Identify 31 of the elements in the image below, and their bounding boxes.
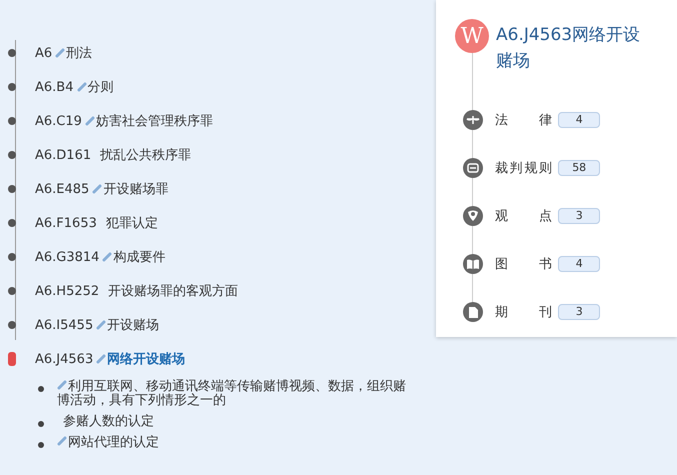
panel-title: A6.J4563网络开设赌场 [496,24,642,73]
outline-item[interactable]: A6.E485 开设赌场罪 [35,180,168,198]
outline-item[interactable]: A6.I5455 开设赌场 [35,316,160,334]
book-icon [463,254,483,274]
outline-item[interactable]: A6 刑法 [35,44,92,62]
outline-item[interactable]: A6.D161 扰乱公共秩序罪 [35,146,192,164]
count-badge[interactable]: 58 [558,160,600,176]
document-icon [463,158,483,178]
category-label[interactable]: 裁判规则 [495,159,552,177]
category-label[interactable]: 法 律 [495,111,552,129]
outline-item[interactable]: A6.B4 分则 [35,78,114,96]
outline-item[interactable]: A6.G3814 构成要件 [35,248,166,266]
count-badge[interactable]: 3 [558,208,600,224]
bullet-dot [38,421,44,427]
count-badge[interactable]: 4 [558,256,600,272]
logo: W [455,19,489,53]
page-icon [463,302,483,322]
bullet-dot [38,386,44,392]
outline-item[interactable]: A6.C19 妨害社会管理秩序罪 [35,112,213,130]
count-badge[interactable]: 3 [558,304,600,320]
category-label[interactable]: 观 点 [495,207,552,225]
bullet-dot [38,442,44,448]
category-label[interactable]: 期 刊 [495,303,552,321]
outline-item[interactable]: 利用互联网、移动通讯终端等传输赌博视频、数据，组织赌博活动，具有下列情形之一的 [57,380,417,408]
category-label[interactable]: 图 书 [495,255,552,273]
outline-item[interactable]: A6.H5252 开设赌场罪的客观方面 [35,282,238,300]
outline-item[interactable]: 参赌人数的认定 [57,415,417,429]
outline-item[interactable]: 网站代理的认定 [57,436,417,450]
outline-item[interactable]: A6.F1653 犯罪认定 [35,214,158,232]
count-badge[interactable]: 4 [558,112,600,128]
outline-item[interactable]: A6.J4563 网络开设赌场 [35,350,186,368]
